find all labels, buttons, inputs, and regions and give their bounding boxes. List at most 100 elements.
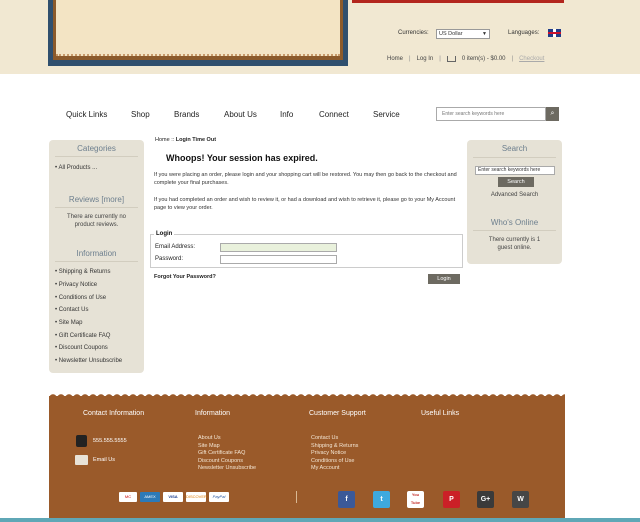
link-label: Contact Us <box>58 307 89 313</box>
page-title: Whoops! Your session has expired. <box>166 153 318 163</box>
footer-link-unsubscribe[interactable]: Newsletter Unsubscribe <box>198 465 256 473</box>
email-field[interactable] <box>220 243 337 252</box>
checkout-link[interactable]: Checkout <box>519 56 544 62</box>
forgot-password-link[interactable]: Forgot Your Password? <box>154 274 216 280</box>
reviews-title: Reviews <box>68 195 100 204</box>
nav-connect[interactable]: Connect <box>319 110 349 119</box>
cart-summary-link[interactable]: 0 item(s) - $0.00 <box>462 56 506 62</box>
home-link[interactable]: Home <box>387 56 403 62</box>
cart-icon[interactable] <box>446 56 456 62</box>
twitter-icon[interactable]: t <box>373 491 390 508</box>
login-link[interactable]: Log In <box>417 56 434 62</box>
mastercard-icon: MC <box>119 492 137 502</box>
top-links: Home | Log In | 0 item(s) - $0.00 | Chec… <box>387 56 544 62</box>
link-label: Discount Coupons <box>58 345 108 351</box>
nav-quick-links[interactable]: Quick Links <box>66 110 107 119</box>
amex-icon: AMEX <box>140 492 160 502</box>
reviews-empty-text: There are currently no product reviews. <box>66 214 127 228</box>
footer-link-account[interactable]: My Account <box>311 465 358 473</box>
footer-info-links: About Us Site Map Gift Certificate FAQ D… <box>198 435 256 473</box>
footer-heading-information: Information <box>195 410 231 417</box>
nav-service[interactable]: Service <box>373 110 400 119</box>
footer-heading-contact: Contact Information <box>83 410 145 417</box>
footer-support-links: Contact Us Shipping & Returns Privacy No… <box>311 435 358 473</box>
categories-heading: Categories <box>77 144 116 153</box>
footer-link-contact[interactable]: Contact Us <box>311 435 358 443</box>
nav-brands[interactable]: Brands <box>174 110 199 119</box>
search-heading: Search <box>501 144 528 153</box>
search-icon: ⌕ <box>550 110 555 117</box>
discover-icon: DISCOVER <box>186 492 207 502</box>
login-legend: Login <box>154 231 175 237</box>
uk-flag-icon[interactable] <box>548 29 561 37</box>
divider <box>473 230 556 231</box>
separator: | <box>439 56 441 62</box>
divider <box>55 261 138 262</box>
googleplus-icon[interactable]: G+ <box>477 491 494 508</box>
sidebar-link-gift-faq[interactable]: • Gift Certificate FAQ <box>55 333 110 339</box>
sidebar-search-input[interactable]: Enter search keywords here <box>475 166 555 175</box>
facebook-icon[interactable]: f <box>338 491 355 508</box>
header-search-button[interactable]: ⌕ <box>546 107 559 121</box>
footer-link-shipping[interactable]: Shipping & Returns <box>311 443 358 451</box>
sidebar-link-unsubscribe[interactable]: • Newsletter Unsubscribe <box>55 358 122 364</box>
sidebar-link-shipping[interactable]: • Shipping & Returns <box>55 269 110 275</box>
visa-icon: VISA <box>163 492 183 502</box>
link-label: Shipping & Returns <box>58 269 111 275</box>
nav-shop[interactable]: Shop <box>131 110 150 119</box>
sidebar-link-privacy[interactable]: • Privacy Notice <box>55 282 97 288</box>
info-paragraph-1: If you were placing an order, please log… <box>154 172 457 186</box>
advanced-search-link[interactable]: Advanced Search <box>467 191 562 199</box>
footer-phone: 555.555.5555 <box>93 438 127 444</box>
header-logo-area[interactable] <box>56 0 340 56</box>
page-bottom-bar <box>0 518 640 522</box>
information-heading: Information <box>76 249 117 258</box>
youtube-icon[interactable]: You Tube <box>407 491 424 508</box>
footer-link-gift-faq[interactable]: Gift Certificate FAQ <box>198 450 256 458</box>
footer-heading-useful-links: Useful Links <box>421 410 460 417</box>
nav-about-us[interactable]: About Us <box>224 110 257 119</box>
divider <box>55 156 138 157</box>
sidebar-link-contact[interactable]: • Contact Us <box>55 307 88 313</box>
sidebar-link-sitemap[interactable]: • Site Map <box>55 320 82 326</box>
pinterest-icon[interactable]: P <box>443 491 460 508</box>
left-sidebar: Categories • All Products ... Reviews [m… <box>49 140 144 373</box>
password-field[interactable] <box>220 255 337 264</box>
link-label: Conditions of Use <box>58 295 107 301</box>
footer-link-privacy[interactable]: Privacy Notice <box>311 450 358 458</box>
sidebar-link-coupons[interactable]: • Discount Coupons <box>55 345 108 351</box>
password-label: Password: <box>155 256 184 262</box>
nav-info[interactable]: Info <box>280 110 293 119</box>
mail-icon[interactable] <box>75 455 88 465</box>
breadcrumb-current: Login Time Out <box>175 137 217 143</box>
login-button[interactable]: Login <box>428 274 460 284</box>
reviews-more-link[interactable]: [more] <box>101 195 124 204</box>
footer-email-link[interactable]: Email Us <box>93 457 115 463</box>
footer-link-coupons[interactable]: Discount Coupons <box>198 458 256 466</box>
currency-select[interactable]: US Dollar ▼ <box>436 29 490 39</box>
breadcrumb-home[interactable]: Home <box>155 137 170 143</box>
separator: | <box>409 56 411 62</box>
info-paragraph-2: If you had completed an order and wish t… <box>154 197 456 211</box>
footer-divider <box>296 491 297 503</box>
phone-icon <box>76 435 87 447</box>
footer-link-about[interactable]: About Us <box>198 435 256 443</box>
divider <box>473 157 556 158</box>
currency-selected-value: US Dollar <box>439 31 463 37</box>
footer-link-sitemap[interactable]: Site Map <box>198 443 256 451</box>
category-all-products-label: All Products ... <box>58 165 98 171</box>
languages-label: Languages: <box>508 30 540 36</box>
wordpress-icon[interactable]: W <box>512 491 529 508</box>
breadcrumb: Home :: Login Time Out <box>155 137 216 143</box>
header-search-input[interactable]: Enter search keywords here <box>436 107 546 121</box>
header-accent-line <box>352 0 564 3</box>
link-label: Privacy Notice <box>58 282 98 288</box>
sidebar-link-conditions[interactable]: • Conditions of Use <box>55 295 106 301</box>
footer-link-conditions[interactable]: Conditions of Use <box>311 458 358 466</box>
sidebar-search-button[interactable]: Search <box>498 177 534 187</box>
email-label: Email Address: <box>155 244 196 250</box>
link-label: Newsletter Unsubscribe <box>58 358 123 364</box>
currencies-label: Currencies: <box>398 30 429 36</box>
category-all-products[interactable]: • All Products ... <box>55 165 97 171</box>
chevron-down-icon: ▼ <box>482 31 487 37</box>
